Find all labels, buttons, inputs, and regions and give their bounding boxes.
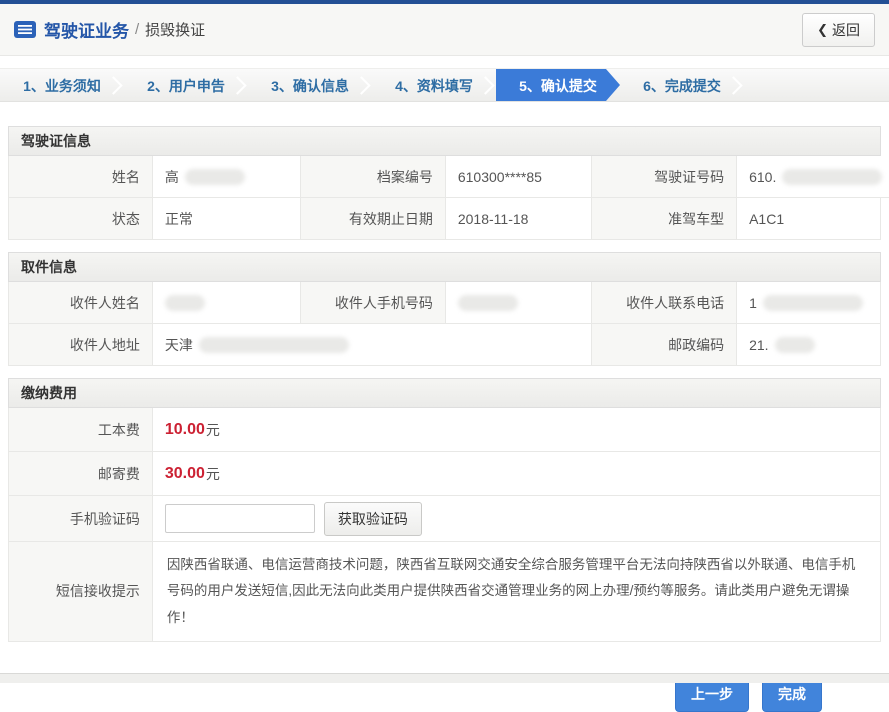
step-confirm-submit-active[interactable]: 5、确认提交 [496, 69, 620, 101]
recipient-name-label: 收件人姓名 [9, 282, 153, 324]
fees-section-title: 缴纳费用 [8, 378, 881, 408]
license-number-label: 驾驶证号码 [592, 156, 737, 198]
vehicle-class-value: A1C1 [737, 198, 881, 240]
sms-code-field-cell: 获取验证码 [153, 496, 881, 542]
page-header: 驾驶证业务 / 损毁换证 ❮ 返回 [0, 4, 889, 56]
currency-unit: 元 [206, 464, 220, 484]
expiry-date-label: 有效期止日期 [301, 198, 446, 240]
postcode-label: 邮政编码 [592, 324, 737, 366]
production-cost-label: 工本费 [9, 408, 153, 452]
back-button-label: 返回 [832, 20, 860, 40]
redaction-blur [185, 169, 245, 185]
fees-section: 缴纳费用 工本费 10.00 元 邮寄费 30.00 元 手机验证码 获取验证码… [8, 378, 881, 642]
chevron-left-icon: ❮ [817, 22, 828, 38]
redaction-blur [165, 295, 205, 311]
postage-fee-label: 邮寄费 [9, 452, 153, 496]
recipient-address-value: 天津 [153, 324, 592, 366]
table-row: 姓名 高 档案编号 610300****85 驾驶证号码 610. [8, 156, 881, 198]
step-confirm-info[interactable]: 3、确认信息 [248, 69, 372, 101]
pickup-info-section: 取件信息 收件人姓名 收件人手机号码 收件人联系电话 1 收件人地址 天津 邮政… [8, 252, 881, 366]
redaction-blur [782, 169, 882, 185]
production-cost-value: 10.00 元 [153, 408, 881, 452]
status-label: 状态 [9, 198, 153, 240]
step-business-notice[interactable]: 1、业务须知 [0, 69, 124, 101]
step-fill-data[interactable]: 4、资料填写 [372, 69, 496, 101]
file-number-value: 610300****85 [446, 156, 592, 198]
recipient-phone-label: 收件人联系电话 [592, 282, 737, 324]
redaction-blur [199, 337, 349, 353]
sms-tip-label: 短信接收提示 [9, 542, 153, 642]
step-complete-submit[interactable]: 6、完成提交 [620, 69, 744, 101]
recipient-name-value [153, 282, 301, 324]
vehicle-class-label: 准驾车型 [592, 198, 737, 240]
step-user-declaration[interactable]: 2、用户申告 [124, 69, 248, 101]
recipient-address-label: 收件人地址 [9, 324, 153, 366]
license-form-icon [14, 21, 36, 38]
redaction-blur [763, 295, 863, 311]
pickup-info-section-title: 取件信息 [8, 252, 881, 282]
get-sms-code-button[interactable]: 获取验证码 [324, 502, 422, 536]
currency-unit: 元 [206, 420, 220, 440]
table-row: 收件人姓名 收件人手机号码 收件人联系电话 1 [8, 282, 881, 324]
sms-code-input[interactable] [165, 504, 315, 533]
sms-code-label: 手机验证码 [9, 496, 153, 542]
table-row: 邮寄费 30.00 元 [8, 452, 881, 496]
production-cost-amount: 10.00 [165, 421, 205, 439]
name-value: 高 [153, 156, 301, 198]
postage-fee-value: 30.00 元 [153, 452, 881, 496]
table-row: 短信接收提示 因陕西省联通、电信运营商技术问题，陕西省互联网交通安全综合服务管理… [8, 542, 881, 642]
table-row: 手机验证码 获取验证码 [8, 496, 881, 542]
page-subtitle: 损毁换证 [145, 19, 205, 40]
status-value: 正常 [153, 198, 301, 240]
license-info-section-title: 驾驶证信息 [8, 126, 881, 156]
table-row: 收件人地址 天津 邮政编码 21. [8, 324, 881, 366]
page-title: 驾驶证业务 [44, 17, 129, 42]
recipient-mobile-label: 收件人手机号码 [301, 282, 446, 324]
license-info-section: 驾驶证信息 姓名 高 档案编号 610300****85 驾驶证号码 610. … [8, 126, 881, 240]
file-number-label: 档案编号 [301, 156, 446, 198]
bottom-edge-strip [0, 673, 889, 683]
name-label: 姓名 [9, 156, 153, 198]
postage-fee-amount: 30.00 [165, 465, 205, 483]
redaction-blur [775, 337, 815, 353]
postcode-value: 21. [737, 324, 881, 366]
redaction-blur [458, 295, 518, 311]
sms-tip-warning-text: 因陕西省联通、电信运营商技术问题，陕西省互联网交通安全综合服务管理平台无法向持陕… [153, 542, 881, 642]
breadcrumb-separator: / [135, 21, 139, 38]
recipient-mobile-value [446, 282, 592, 324]
table-row: 状态 正常 有效期止日期 2018-11-18 准驾车型 A1C1 [8, 198, 881, 240]
license-number-value: 610. [737, 156, 889, 198]
step-nav-filler [744, 69, 889, 101]
back-button[interactable]: ❮ 返回 [802, 13, 875, 47]
recipient-phone-value: 1 [737, 282, 881, 324]
step-navigation: 1、业务须知 2、用户申告 3、确认信息 4、资料填写 5、确认提交 6、完成提… [0, 68, 889, 102]
table-row: 工本费 10.00 元 [8, 408, 881, 452]
expiry-date-value: 2018-11-18 [446, 198, 592, 240]
